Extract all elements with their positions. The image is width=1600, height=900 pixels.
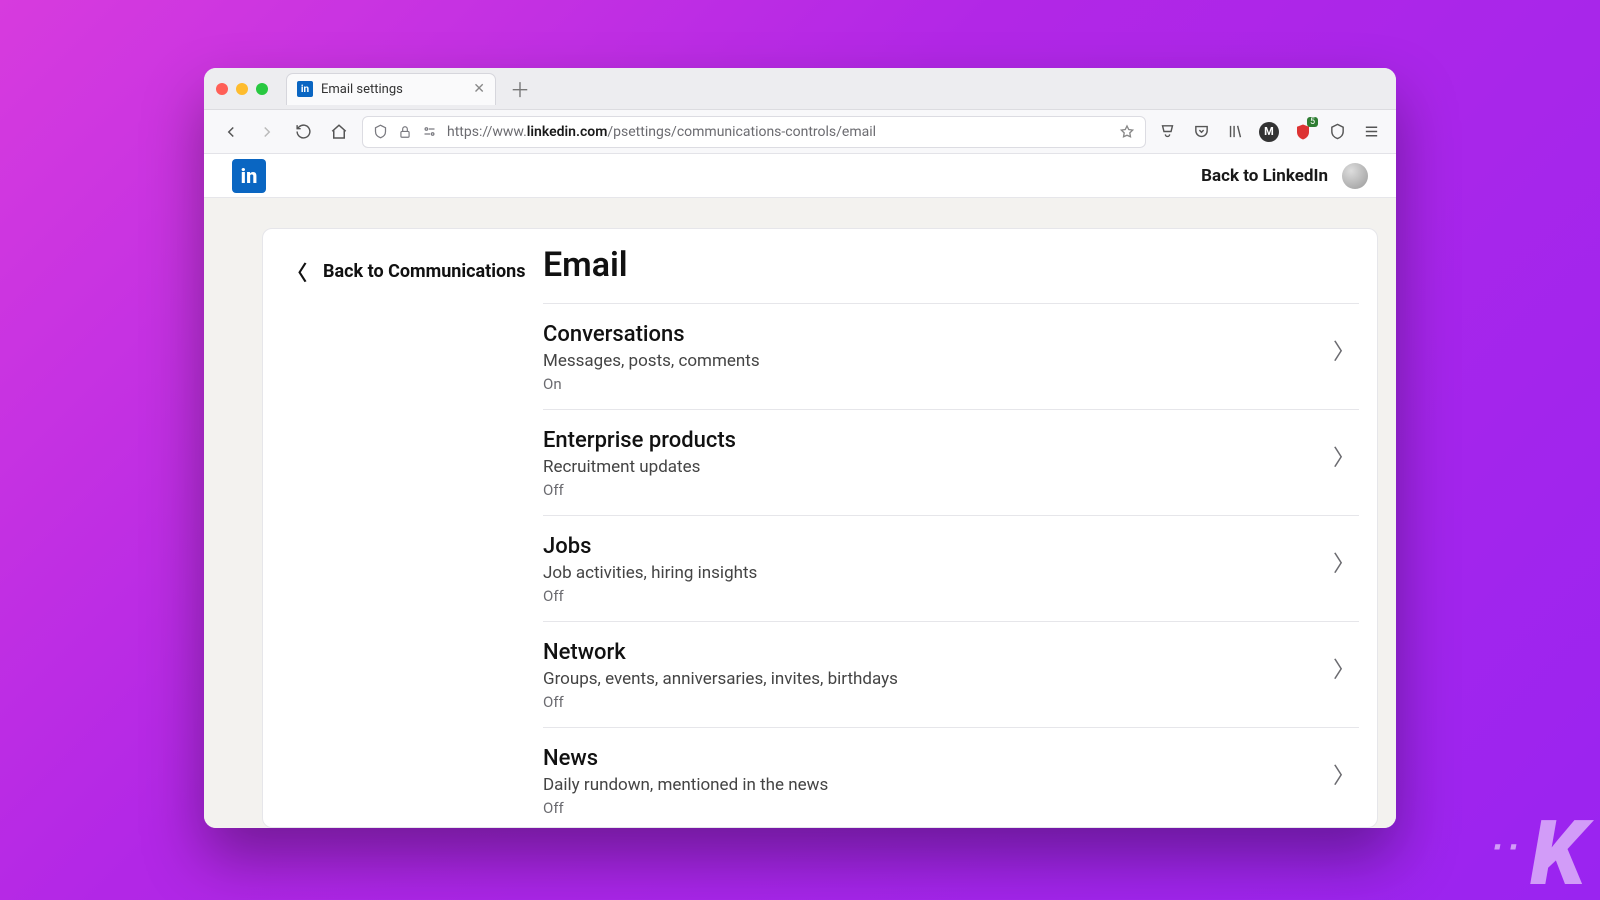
section-title: Conversations bbox=[543, 322, 760, 347]
settings-main: Email Conversations Messages, posts, com… bbox=[543, 229, 1377, 827]
section-title: Enterprise products bbox=[543, 428, 736, 453]
site-permissions-icon[interactable] bbox=[422, 124, 437, 139]
tab-favicon: in bbox=[297, 81, 313, 97]
section-news[interactable]: News Daily rundown, mentioned in the new… bbox=[543, 727, 1359, 828]
tab-title: Email settings bbox=[321, 82, 465, 97]
section-conversations[interactable]: Conversations Messages, posts, comments … bbox=[543, 303, 1359, 409]
page-title: Email bbox=[543, 245, 1359, 303]
back-to-communications-link[interactable]: 〈 Back to Communications bbox=[287, 257, 533, 286]
home-button[interactable] bbox=[326, 119, 352, 145]
url-bar[interactable]: https://www.linkedin.com/psettings/commu… bbox=[362, 116, 1146, 148]
save-to-pocket-icon[interactable] bbox=[1156, 121, 1178, 143]
tab-strip: in Email settings ✕ ＋ bbox=[204, 68, 1396, 110]
chevron-right-icon: 〉 bbox=[1333, 640, 1359, 684]
section-state: On bbox=[543, 375, 760, 393]
chevron-right-icon: 〉 bbox=[1333, 534, 1359, 578]
section-desc: Job activities, hiring insights bbox=[543, 563, 757, 583]
section-title: Jobs bbox=[543, 534, 757, 559]
chevron-right-icon: 〉 bbox=[1333, 428, 1359, 472]
browser-tab[interactable]: in Email settings ✕ bbox=[286, 73, 496, 105]
nav-back-button[interactable] bbox=[218, 119, 244, 145]
settings-panel: 〈 Back to Communications Email Conversat… bbox=[262, 228, 1378, 828]
tracking-shield-icon[interactable] bbox=[373, 124, 388, 139]
linkedin-logo[interactable]: in bbox=[232, 159, 266, 193]
chevron-right-icon: 〉 bbox=[1333, 322, 1359, 366]
watermark-logo: ∙∙K bbox=[1492, 818, 1582, 890]
account-m-icon[interactable]: M bbox=[1258, 121, 1280, 143]
bookmark-star-icon[interactable] bbox=[1119, 124, 1135, 140]
page-viewport: in Back to LinkedIn 〈 Back to Communicat… bbox=[204, 154, 1396, 828]
window-controls bbox=[216, 83, 268, 95]
chevron-right-icon: 〉 bbox=[1333, 746, 1359, 790]
settings-sidebar: 〈 Back to Communications bbox=[263, 229, 543, 827]
section-desc: Daily rundown, mentioned in the news bbox=[543, 775, 828, 795]
section-desc: Recruitment updates bbox=[543, 457, 736, 477]
hamburger-menu-icon[interactable] bbox=[1360, 121, 1382, 143]
section-enterprise-products[interactable]: Enterprise products Recruitment updates … bbox=[543, 409, 1359, 515]
new-tab-button[interactable]: ＋ bbox=[506, 74, 534, 103]
chevron-left-icon: 〈 bbox=[287, 257, 307, 286]
section-desc: Groups, events, anniversaries, invites, … bbox=[543, 669, 898, 689]
section-title: Network bbox=[543, 640, 898, 665]
library-icon[interactable] bbox=[1224, 121, 1246, 143]
close-window-button[interactable] bbox=[216, 83, 228, 95]
section-state: Off bbox=[543, 481, 736, 499]
tab-close-icon[interactable]: ✕ bbox=[473, 81, 485, 97]
ublock-badge-count: 5 bbox=[1307, 117, 1318, 127]
section-state: Off bbox=[543, 693, 898, 711]
wallpaper: in Email settings ✕ ＋ bbox=[0, 0, 1600, 900]
section-jobs[interactable]: Jobs Job activities, hiring insights Off… bbox=[543, 515, 1359, 621]
minimize-window-button[interactable] bbox=[236, 83, 248, 95]
browser-toolbar: https://www.linkedin.com/psettings/commu… bbox=[204, 110, 1396, 154]
toolbar-right-icons: M 5 bbox=[1156, 121, 1382, 143]
privacy-shield-icon[interactable] bbox=[1326, 121, 1348, 143]
section-state: Off bbox=[543, 799, 828, 817]
section-title: News bbox=[543, 746, 828, 771]
linkedin-header: in Back to LinkedIn bbox=[204, 154, 1396, 198]
browser-window: in Email settings ✕ ＋ bbox=[204, 68, 1396, 828]
section-state: Off bbox=[543, 587, 757, 605]
section-desc: Messages, posts, comments bbox=[543, 351, 760, 371]
reload-button[interactable] bbox=[290, 119, 316, 145]
profile-avatar[interactable] bbox=[1342, 163, 1368, 189]
url-text: https://www.linkedin.com/psettings/commu… bbox=[447, 124, 1109, 140]
back-to-communications-label: Back to Communications bbox=[323, 261, 526, 282]
back-to-linkedin-link[interactable]: Back to LinkedIn bbox=[1201, 166, 1328, 186]
section-network[interactable]: Network Groups, events, anniversaries, i… bbox=[543, 621, 1359, 727]
ublock-icon[interactable]: 5 bbox=[1292, 121, 1314, 143]
lock-icon[interactable] bbox=[398, 125, 412, 139]
pocket-icon[interactable] bbox=[1190, 121, 1212, 143]
zoom-window-button[interactable] bbox=[256, 83, 268, 95]
nav-forward-button[interactable] bbox=[254, 119, 280, 145]
